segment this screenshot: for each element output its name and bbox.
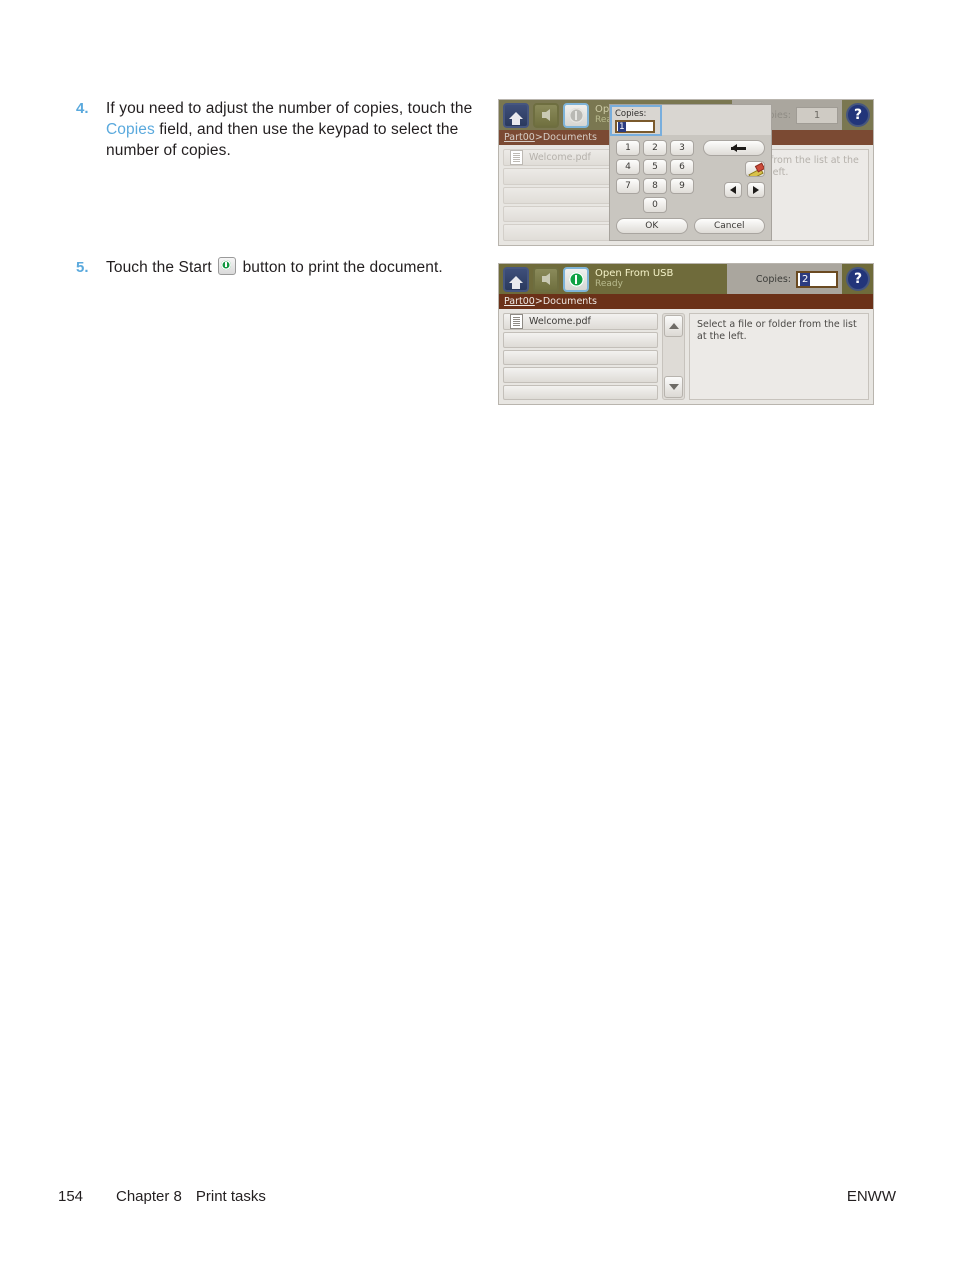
- detail-pane: from the list at the left.: [762, 149, 869, 241]
- list-item[interactable]: [503, 349, 658, 365]
- copies-input-group[interactable]: Copies: 1: [610, 105, 662, 136]
- chapter-label: Chapter 8: [116, 1188, 182, 1205]
- step-4-number: 4.: [76, 100, 89, 117]
- copies-area: Copies: 2: [727, 264, 842, 294]
- home-icon[interactable]: [503, 266, 529, 292]
- step-5-number: 5.: [76, 259, 89, 276]
- screen-status: Ready: [595, 278, 623, 289]
- breadcrumb-root[interactable]: Part00: [504, 132, 535, 143]
- control-panel-toolbar: Open From USB Ready Copies: 2 ?: [499, 264, 873, 294]
- step-4-text-pre: If you need to adjust the number of copi…: [106, 100, 473, 117]
- start-icon: [218, 257, 237, 275]
- chapter-title: Print tasks: [195, 1188, 266, 1205]
- key-9[interactable]: 9: [670, 178, 694, 194]
- copies-field[interactable]: 2: [796, 270, 838, 288]
- copies-input[interactable]: 1: [615, 120, 655, 133]
- document-icon: [510, 314, 523, 329]
- step-5-text-post: button to print the document.: [238, 259, 443, 276]
- screen-title: Open From USB: [595, 268, 674, 280]
- page-footer: 154 Chapter 8 Print tasks ENWW: [58, 1188, 896, 1205]
- instruction-step-4: 4. If you need to adjust the number of c…: [76, 98, 476, 161]
- copies-label: Copies:: [755, 273, 791, 285]
- copies-keypad-dialog: Copies: 1 1 2 3 4 5 6 7 8 9 0 OK Cancel: [609, 104, 772, 241]
- detail-hint: from the list at the left.: [770, 155, 859, 179]
- file-name: Welcome.pdf: [529, 152, 591, 163]
- key-5[interactable]: 5: [643, 159, 667, 175]
- copies-value: 1: [813, 109, 821, 121]
- key-4[interactable]: 4: [616, 159, 640, 175]
- keypad-edit-controls: [699, 140, 765, 213]
- key-6[interactable]: 6: [670, 159, 694, 175]
- numeric-keypad: 1 2 3 4 5 6 7 8 9 0: [616, 140, 694, 213]
- footer-chapter: Chapter 8 Print tasks: [116, 1188, 847, 1205]
- screenshot-copies-keypad: Open From USB Ready Copies: 1 ? Part00>D…: [498, 99, 874, 246]
- back-arrow-icon[interactable]: [533, 266, 559, 292]
- step-5-text-pre: Touch the Start: [106, 259, 217, 276]
- breadcrumb: Part00 > Documents: [499, 294, 873, 309]
- copies-input-value: 1: [618, 121, 626, 132]
- list-item[interactable]: [503, 384, 658, 400]
- start-icon[interactable]: [563, 266, 589, 292]
- key-0[interactable]: 0: [643, 197, 667, 213]
- help-icon[interactable]: ?: [846, 267, 870, 291]
- back-arrow-icon[interactable]: [533, 102, 559, 128]
- key-7[interactable]: 7: [616, 178, 640, 194]
- list-item[interactable]: [503, 332, 658, 348]
- keypad-footer: OK Cancel: [610, 218, 771, 240]
- copies-link[interactable]: Copies: [106, 121, 155, 138]
- breadcrumb-current: Documents: [542, 132, 597, 143]
- breadcrumb-current: Documents: [542, 296, 597, 307]
- breadcrumb-separator: >: [534, 132, 543, 143]
- backspace-arrow-icon[interactable]: [703, 140, 765, 156]
- copies-field[interactable]: 1: [796, 106, 838, 124]
- keypad-header: Copies: 1: [610, 105, 771, 136]
- instruction-step-5: 5. Touch the Start button to print the d…: [76, 257, 496, 278]
- detail-hint: Select a file or folder from the list at…: [697, 319, 857, 343]
- arrow-right-icon[interactable]: [747, 182, 765, 198]
- breadcrumb-root[interactable]: Part00: [504, 296, 535, 307]
- home-icon[interactable]: [503, 102, 529, 128]
- step-5-text: Touch the Start button to print the docu…: [106, 257, 443, 278]
- copies-input-label: Copies:: [615, 109, 647, 119]
- detail-pane: Select a file or folder from the list at…: [689, 313, 869, 400]
- key-1[interactable]: 1: [616, 140, 640, 156]
- cursor-arrows: [724, 182, 765, 198]
- list-item[interactable]: [503, 367, 658, 383]
- start-icon[interactable]: [563, 102, 589, 128]
- step-4-text: If you need to adjust the number of copi…: [106, 98, 476, 161]
- arrow-left-icon[interactable]: [724, 182, 742, 198]
- step-4-text-post: field, and then use the keypad to select…: [106, 121, 459, 159]
- help-icon[interactable]: ?: [846, 103, 870, 127]
- eraser-icon[interactable]: [745, 161, 765, 177]
- page-number: 154: [58, 1188, 84, 1205]
- ok-button[interactable]: OK: [616, 218, 688, 234]
- breadcrumb-separator: >: [534, 296, 543, 307]
- chevron-up-icon[interactable]: [664, 315, 683, 337]
- list-scrollbar[interactable]: [662, 313, 685, 400]
- key-3[interactable]: 3: [670, 140, 694, 156]
- content-panes: Welcome.pdf Select a file or folder from…: [499, 309, 873, 404]
- keypad-body: 1 2 3 4 5 6 7 8 9 0: [610, 135, 771, 218]
- footer-imprint: ENWW: [846, 1188, 896, 1205]
- key-8[interactable]: 8: [643, 178, 667, 194]
- document-icon: [510, 150, 523, 165]
- toolbar-titles: Open From USB Ready: [595, 269, 727, 289]
- key-2[interactable]: 2: [643, 140, 667, 156]
- screenshot-open-from-usb: Open From USB Ready Copies: 2 ? Part00 > D…: [498, 263, 874, 405]
- file-name: Welcome.pdf: [529, 316, 591, 327]
- list-item[interactable]: Welcome.pdf: [503, 313, 658, 330]
- file-list: Welcome.pdf: [503, 313, 658, 400]
- chevron-down-icon[interactable]: [664, 376, 683, 398]
- copies-value: 2: [800, 272, 811, 286]
- cancel-button[interactable]: Cancel: [693, 218, 765, 234]
